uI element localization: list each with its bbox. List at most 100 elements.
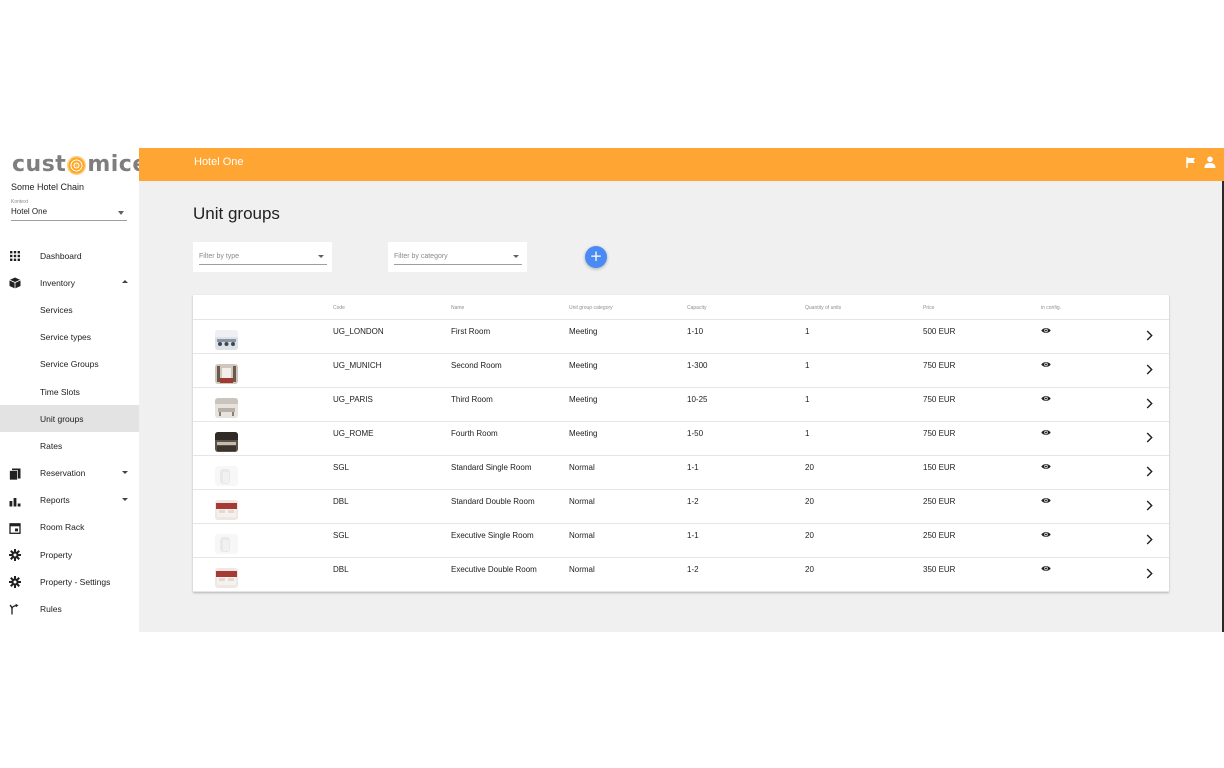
eye-icon[interactable] [1041, 327, 1051, 334]
column-header: Quantity of units [805, 305, 842, 311]
chevron-down-icon[interactable] [122, 497, 128, 501]
calendar-icon [9, 522, 21, 534]
chevron-right-icon[interactable] [1146, 364, 1153, 375]
chevron-down-icon[interactable] [122, 470, 128, 474]
eye-icon[interactable] [1041, 565, 1051, 572]
sidebar-item-rules[interactable]: Rules [0, 595, 139, 622]
sidebar-item-label: Rules [40, 604, 62, 615]
sidebar-item-label: Property - Settings [40, 576, 111, 587]
context-value: Hotel One [11, 207, 48, 216]
cell-price: 250 EUR [923, 497, 956, 506]
cell-name: Second Room [451, 361, 502, 370]
sidebar-item-label: Reports [40, 495, 70, 506]
cell-quantity: 1 [805, 429, 810, 438]
eye-icon[interactable] [1041, 463, 1051, 470]
cell-code: DBL [333, 565, 349, 574]
sidebar-item-inventory[interactable]: Inventory [0, 269, 139, 296]
plus-icon: + [589, 247, 603, 265]
page-title: Unit groups [193, 204, 280, 223]
table-row[interactable]: SGL Executive Single Room Normal 1-1 20 250 E… [193, 524, 1169, 558]
flag-icon[interactable] [1186, 157, 1196, 168]
cell-code: UG_PARIS [333, 395, 373, 404]
filter-type-select[interactable]: Filter by type [199, 252, 327, 265]
sidebar-item-property[interactable]: Property [0, 541, 139, 568]
sidebar-item-label: Inventory [40, 277, 75, 288]
filter-category-select[interactable]: Filter by category [394, 252, 522, 265]
chevron-right-icon[interactable] [1146, 568, 1153, 579]
top-header: Hotel One [139, 148, 1224, 181]
chevron-right-icon[interactable] [1146, 398, 1153, 409]
chevron-right-icon[interactable] [1146, 466, 1153, 477]
sidebar-nav: Dashboard Inventory Services Service types S… [0, 242, 139, 623]
context-select[interactable]: Hotel One [11, 207, 127, 221]
table-row[interactable]: UG_MUNICH Second Room Meeting 1-300 1 750 EUR [193, 354, 1169, 388]
sidebar-item-label: Rates [40, 440, 63, 451]
cell-category: Meeting [569, 327, 598, 336]
sidebar-item-service-types[interactable]: Service types [0, 324, 139, 351]
sidebar-item-rates[interactable]: Rates [0, 432, 139, 459]
cell-quantity: 20 [805, 531, 814, 540]
sidebar-item-property-settings[interactable]: Property - Settings [0, 568, 139, 595]
add-unit-group-button[interactable]: + [585, 246, 607, 268]
cell-quantity: 1 [805, 395, 810, 404]
fork-icon [9, 603, 21, 615]
cell-price: 500 EUR [923, 327, 956, 336]
chevron-right-icon[interactable] [1146, 500, 1153, 511]
eye-icon[interactable] [1041, 361, 1051, 368]
table-row[interactable]: SGL Standard Single Room Normal 1-1 20 150 EU… [193, 456, 1169, 490]
chevron-up-icon[interactable] [122, 280, 128, 284]
account-icon[interactable] [1204, 156, 1216, 168]
table-row[interactable]: UG_LONDON First Room Meeting 1-10 1 500 EUR [193, 320, 1169, 354]
sidebar-item-label: Service Groups [40, 359, 99, 370]
sidebar-item-reservation[interactable]: Reservation [0, 460, 139, 487]
cell-name: Standard Single Room [451, 463, 532, 472]
sidebar-item-label: Property [40, 549, 73, 560]
eye-icon[interactable] [1041, 429, 1051, 436]
unit-groups-table: Code Name Unit group category Capacity Quant… [193, 295, 1169, 592]
filter-by-category[interactable]: Filter by category [388, 242, 527, 272]
chevron-right-icon[interactable] [1146, 534, 1153, 545]
sidebar-item-service-groups[interactable]: Service Groups [0, 351, 139, 378]
chevron-right-icon[interactable] [1146, 330, 1153, 341]
eye-icon[interactable] [1041, 531, 1051, 538]
cell-quantity: 20 [805, 497, 814, 506]
table-row[interactable]: DBL Standard Double Room Normal 1-2 20 250 EU… [193, 490, 1169, 524]
gear-icon [9, 549, 21, 562]
context-label: Kontext [11, 199, 28, 205]
table-row[interactable]: DBL Executive Double Room Normal 1-2 20 350 E… [193, 558, 1169, 592]
sidebar-item-services[interactable]: Services [0, 296, 139, 323]
chevron-down-icon [318, 255, 324, 258]
unit-group-thumbnail [215, 364, 238, 384]
eye-icon[interactable] [1041, 395, 1051, 402]
cell-price: 750 EUR [923, 361, 956, 370]
cell-name: Fourth Room [451, 429, 498, 438]
sidebar-item-label: Room Rack [40, 522, 85, 533]
cell-category: Normal [569, 497, 595, 506]
cell-quantity: 20 [805, 463, 814, 472]
filter-by-type[interactable]: Filter by type [193, 242, 332, 272]
cell-price: 750 EUR [923, 429, 956, 438]
cell-code: UG_MUNICH [333, 361, 382, 370]
cell-name: Third Room [451, 395, 493, 404]
cell-quantity: 1 [805, 361, 810, 370]
sidebar-item-room-rack[interactable]: Room Rack [0, 514, 139, 541]
cell-quantity: 1 [805, 327, 810, 336]
table-row[interactable]: UG_ROME Fourth Room Meeting 1-50 1 750 EUR [193, 422, 1169, 456]
cell-name: Standard Double Room [451, 497, 535, 506]
column-header: Name [451, 305, 465, 311]
cell-code: SGL [333, 531, 350, 540]
sidebar-item-reports[interactable]: Reports [0, 487, 139, 514]
sidebar-item-label: Reservation [40, 468, 86, 479]
sidebar-item-unit-groups[interactable]: Unit groups [0, 405, 139, 433]
sidebar-item-dashboard[interactable]: Dashboard [0, 242, 139, 269]
cell-name: Executive Single Room [451, 531, 534, 540]
sidebar: cust mice Some Hotel Chain Kontext Hotel … [0, 148, 147, 632]
sidebar-item-label: Unit groups [40, 413, 84, 424]
table-row[interactable]: UG_PARIS Third Room Meeting 10-25 1 750 EUR [193, 388, 1169, 422]
eye-icon[interactable] [1041, 497, 1051, 504]
cell-category: Normal [569, 565, 595, 574]
cell-category: Meeting [569, 395, 598, 404]
sidebar-item-time-slots[interactable]: Time Slots [0, 378, 139, 405]
chevron-right-icon[interactable] [1146, 432, 1153, 443]
gear-icon [9, 576, 21, 589]
